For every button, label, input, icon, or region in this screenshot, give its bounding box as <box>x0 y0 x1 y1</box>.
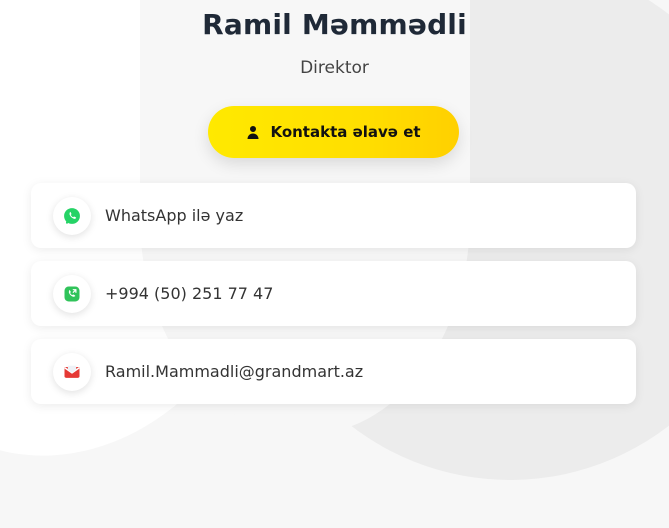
add-contact-label: Kontakta əlavə et <box>270 123 421 141</box>
whatsapp-label: WhatsApp ilə yaz <box>105 206 244 225</box>
email-contact[interactable]: Ramil.Mammadli@grandmart.az <box>31 339 636 404</box>
whatsapp-icon <box>64 207 80 224</box>
whatsapp-contact[interactable]: WhatsApp ilə yaz <box>31 183 636 248</box>
email-label: Ramil.Mammadli@grandmart.az <box>105 362 364 381</box>
phone-contact[interactable]: +994 (50) 251 77 47 <box>31 261 636 326</box>
whatsapp-icon-container <box>53 196 91 235</box>
person-icon <box>246 125 260 139</box>
phone-icon-container <box>53 274 91 313</box>
mail-icon <box>64 365 80 378</box>
profile-name: Ramil Məmmədli <box>202 8 467 41</box>
contact-card-page: Ramil Məmmədli Direktor Kontakta əlavə e… <box>0 0 669 435</box>
mail-icon-container <box>53 352 91 391</box>
phone-icon <box>64 286 80 301</box>
add-contact-button[interactable]: Kontakta əlavə et <box>208 106 459 158</box>
profile-title: Direktor <box>300 58 369 78</box>
phone-label: +994 (50) 251 77 47 <box>105 284 274 303</box>
